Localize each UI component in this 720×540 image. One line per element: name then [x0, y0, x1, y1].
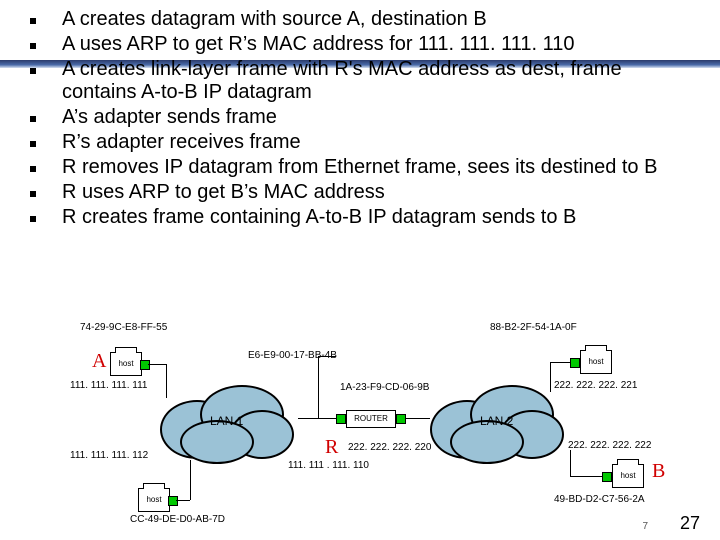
bullet-icon: [30, 141, 36, 147]
node-b-label: B: [652, 460, 665, 483]
bullet-item: A creates link-layer frame with R's MAC …: [30, 58, 690, 104]
node-a-mac: 74-29-9C-E8-FF-55: [80, 322, 167, 334]
router-left-ip: 111. 111 . 111. 110: [288, 460, 369, 472]
router-left-mac: E6-E9-00-17-BB-4B: [248, 350, 337, 362]
host-label: host: [580, 350, 612, 374]
host-a: host: [110, 352, 140, 374]
link-line: [190, 460, 191, 500]
nic: [396, 414, 406, 424]
bullet-icon: [30, 18, 36, 24]
bullet-text: A creates datagram with source A, destin…: [62, 8, 690, 31]
bullet-text: A uses ARP to get R’s MAC address for 11…: [62, 33, 690, 56]
nic: [168, 496, 178, 506]
host-label: host: [612, 464, 644, 488]
nic: [140, 360, 150, 370]
bullet-item: R removes IP datagram from Ethernet fram…: [30, 156, 690, 179]
bullet-icon: [30, 43, 36, 49]
node-b-ip: 222. 222. 222. 222: [568, 440, 651, 452]
bullet-icon: [30, 216, 36, 222]
link-line: [570, 450, 571, 476]
link-line: [318, 356, 319, 418]
host-b1: host: [580, 350, 610, 372]
bullet-text: R uses ARP to get B’s MAC address: [62, 181, 690, 204]
host-a2: host: [138, 488, 168, 510]
node-b-mac: 49-BD-D2-C7-56-2A: [554, 494, 645, 506]
bullet-item: R’s adapter receives frame: [30, 131, 690, 154]
bullet-text: R’s adapter receives frame: [62, 131, 690, 154]
link-line: [148, 364, 166, 365]
router-label: R: [325, 436, 338, 459]
node-a2-ip: 111. 111. 111. 112: [70, 450, 148, 462]
nic: [570, 358, 580, 368]
bullet-text: A’s adapter sends frame: [62, 106, 690, 129]
page-number-small: 7: [642, 521, 648, 533]
router-box: ROUTER: [346, 410, 396, 428]
node-a-ip: 111. 111. 111. 111: [70, 380, 147, 392]
link-line: [550, 362, 570, 363]
router-right-mac: 1A-23-F9-CD-06-9B: [340, 382, 429, 394]
bullet-icon: [30, 166, 36, 172]
link-line: [406, 418, 430, 419]
host-label: host: [110, 352, 142, 376]
host-b: host: [612, 464, 642, 486]
lan1-label: LAN 1: [210, 415, 243, 429]
bullet-text: R creates frame containing A-to-B IP dat…: [62, 206, 690, 229]
node-a2-mac: CC-49-DE-D0-AB-7D: [130, 514, 225, 526]
bullet-item: A’s adapter sends frame: [30, 106, 690, 129]
slide: A creates datagram with source A, destin…: [0, 0, 720, 540]
link-line: [298, 418, 336, 419]
link-line: [176, 500, 190, 501]
bullet-list: A creates datagram with source A, destin…: [30, 6, 690, 231]
bullet-icon: [30, 191, 36, 197]
network-diagram: LAN 1 LAN 2 A host 74-29-9C-E8-FF-55 111…: [50, 300, 670, 520]
link-line: [570, 476, 602, 477]
bullet-text: R removes IP datagram from Ethernet fram…: [62, 156, 690, 179]
bullet-item: A uses ARP to get R’s MAC address for 11…: [30, 33, 690, 56]
node-b1-ip: 222. 222. 222. 221: [554, 380, 637, 392]
lan2-label: LAN 2: [480, 415, 513, 429]
bullet-item: A creates datagram with source A, destin…: [30, 8, 690, 31]
node-a-label: A: [92, 350, 106, 373]
bullet-icon: [30, 68, 36, 74]
bullet-item: R creates frame containing A-to-B IP dat…: [30, 206, 690, 229]
bullet-icon: [30, 116, 36, 122]
bullet-item: R uses ARP to get B’s MAC address: [30, 181, 690, 204]
link-line: [550, 362, 551, 392]
bullet-text: A creates link-layer frame with R's MAC …: [62, 58, 690, 104]
link-line: [166, 364, 167, 398]
page-number: 27: [680, 513, 700, 534]
nic: [336, 414, 346, 424]
host-label: host: [138, 488, 170, 512]
router-right-ip: 222. 222. 222. 220: [348, 442, 431, 454]
node-b1-mac: 88-B2-2F-54-1A-0F: [490, 322, 577, 334]
nic: [602, 472, 612, 482]
